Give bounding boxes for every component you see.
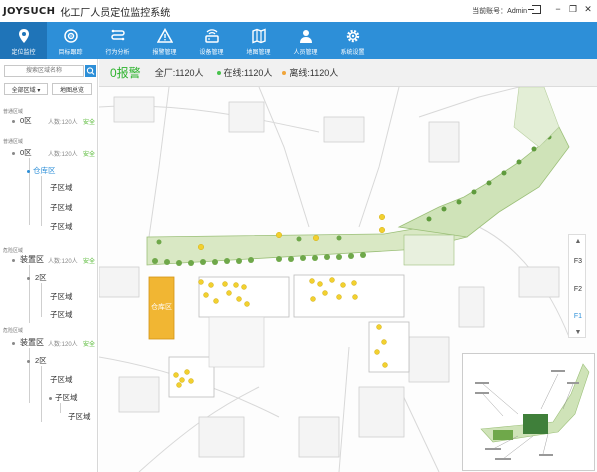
main-nav: 定位监控 目标跟踪 行为分析 报警管理 设备管理 地图管理 人员管理 系统设置 — [0, 22, 597, 59]
settings-icon — [346, 29, 359, 43]
map-overview-button[interactable]: 地图总览 — [52, 83, 92, 95]
minimap-drawing — [475, 363, 590, 460]
tree-bullet — [12, 120, 15, 123]
device-icon — [204, 29, 219, 43]
tree-node-zone2[interactable]: 2区 — [35, 355, 47, 366]
tree-bullet — [27, 360, 30, 363]
node-safe-status: 安全 — [83, 342, 96, 348]
tree-connector — [41, 366, 42, 422]
tree-connector — [29, 348, 30, 403]
tree-node-subarea[interactable]: 子区域 — [55, 392, 78, 403]
tree-bullet — [27, 277, 30, 280]
current-account: 当前账号：Admin — [472, 8, 527, 15]
tree-node-device-area[interactable]: 装置区 — [20, 254, 44, 265]
offline-headcount: 离线:1120人 — [289, 68, 339, 78]
floor-f2[interactable]: F2 — [569, 286, 587, 293]
all-area-dropdown[interactable]: 全部区域 ▾ — [4, 83, 48, 95]
node-safe-status: 安全 — [83, 259, 96, 265]
app-title: 化工厂人员定位监控系统 — [60, 7, 171, 19]
nav-person-manage[interactable]: 人员管理 — [282, 22, 329, 59]
tree-connector — [41, 176, 42, 226]
nav-device-manage[interactable]: 设备管理 — [188, 22, 235, 59]
logout-icon[interactable] — [528, 5, 541, 14]
tree-node-subarea[interactable]: 子区域 — [68, 411, 91, 422]
target-track-icon — [63, 29, 78, 43]
nav-label: 报警管理 — [152, 50, 177, 56]
tree-bullet — [12, 259, 15, 262]
tree-node-subarea[interactable]: 子区域 — [50, 182, 73, 193]
brand-logo: JOYSUCH — [3, 5, 56, 17]
alarm-count[interactable]: 0报警 — [110, 64, 141, 81]
nav-map-manage[interactable]: 地图管理 — [235, 22, 282, 59]
node-headcount: 人数:120人 — [48, 342, 78, 348]
alarm-warning-icon — [156, 28, 173, 43]
area-search-input[interactable] — [4, 65, 84, 77]
map-icon — [251, 28, 266, 44]
title-bar: JOYSUCH 化工厂人员定位监控系统 当前账号：Admin − ❐ ✕ — [0, 0, 597, 22]
search-icon — [86, 67, 95, 75]
tree-connector — [60, 403, 61, 413]
tree-connector — [29, 265, 30, 323]
tree-bullet — [12, 342, 15, 345]
search-button[interactable] — [85, 65, 96, 77]
floor-f3[interactable]: F3 — [569, 258, 587, 265]
tree-node-subarea[interactable]: 子区域 — [50, 291, 73, 302]
maximize-button[interactable]: ❐ — [568, 4, 578, 14]
node-headcount: 人数:120人 — [48, 152, 78, 158]
tree-node-device-area[interactable]: 装置区 — [20, 337, 44, 348]
overview-minimap[interactable] — [462, 353, 595, 471]
nav-label: 行为分析 — [105, 50, 130, 56]
location-pin-icon — [18, 29, 29, 43]
floor-up-icon[interactable]: ▲ — [572, 238, 584, 246]
nav-label: 目标跟踪 — [58, 50, 83, 56]
node-headcount: 人数:120人 — [48, 259, 78, 265]
tree-node-warehouse[interactable]: 仓库区 — [33, 165, 56, 176]
warehouse-label[interactable]: 仓库区 — [151, 302, 172, 312]
behavior-analysis-icon — [110, 29, 125, 41]
nav-behavior-analysis[interactable]: 行为分析 — [94, 22, 141, 59]
nav-label: 人员管理 — [293, 50, 318, 56]
tree-node-subarea[interactable]: 子区域 — [50, 202, 73, 213]
section-label: 危险区域 — [3, 328, 24, 334]
nav-system-settings[interactable]: 系统设置 — [329, 22, 376, 59]
tree-node-subarea[interactable]: 子区域 — [50, 221, 73, 232]
offline-indicator — [282, 70, 287, 75]
node-headcount: 人数:120人 — [48, 120, 78, 126]
nav-location-monitor[interactable]: 定位监控 — [0, 22, 47, 59]
online-indicator — [216, 70, 221, 75]
status-bar: 0报警 全厂:1120人 在线:1120人 离线:1120人 — [99, 59, 597, 87]
node-safe-status: 安全 — [83, 120, 96, 126]
tree-node-subarea[interactable]: 子区域 — [50, 374, 73, 385]
tree-bullet — [27, 170, 30, 173]
minimize-button[interactable]: − — [553, 4, 563, 14]
floor-down-icon[interactable]: ▼ — [572, 329, 584, 337]
tree-node-zone0-expanded[interactable]: 0区 — [20, 147, 32, 158]
tree-node-zone0[interactable]: 0区 — [20, 115, 32, 126]
tree-connector — [41, 283, 42, 317]
tree-bullet — [49, 397, 52, 400]
total-headcount: 全厂:1120人 — [154, 68, 204, 78]
floor-f1[interactable]: F1 — [569, 313, 587, 320]
online-headcount: 在线:1120人 — [223, 68, 273, 78]
tree-node-subarea[interactable]: 子区域 — [50, 309, 73, 320]
floor-switcher: ▲ F3 F2 F1 ▼ — [568, 234, 586, 338]
person-icon — [299, 30, 312, 43]
nav-target-track[interactable]: 目标跟踪 — [47, 22, 94, 59]
tree-bullet — [12, 152, 15, 155]
nav-label: 地图管理 — [246, 50, 271, 56]
tree-connector — [29, 158, 30, 225]
node-safe-status: 安全 — [83, 152, 96, 158]
section-label: 普通区域 — [3, 139, 24, 145]
close-button[interactable]: ✕ — [583, 4, 593, 14]
nav-alarm-manage[interactable]: 报警管理 — [141, 22, 188, 59]
tree-node-zone2[interactable]: 2区 — [35, 272, 47, 283]
section-label: 普通区域 — [3, 109, 24, 115]
nav-label: 设备管理 — [199, 50, 224, 56]
area-sidebar: 全部区域 ▾ 地图总览 普通区域 0区 人数:120人 安全 普通区域 0区 人… — [0, 59, 98, 472]
section-label: 危险区域 — [3, 248, 24, 254]
nav-label: 定位监控 — [11, 50, 36, 56]
plant-map[interactable]: 仓库区 ▲ F3 F2 F1 ▼ — [99, 87, 597, 472]
area-search — [4, 65, 96, 77]
nav-label: 系统设置 — [340, 50, 365, 56]
